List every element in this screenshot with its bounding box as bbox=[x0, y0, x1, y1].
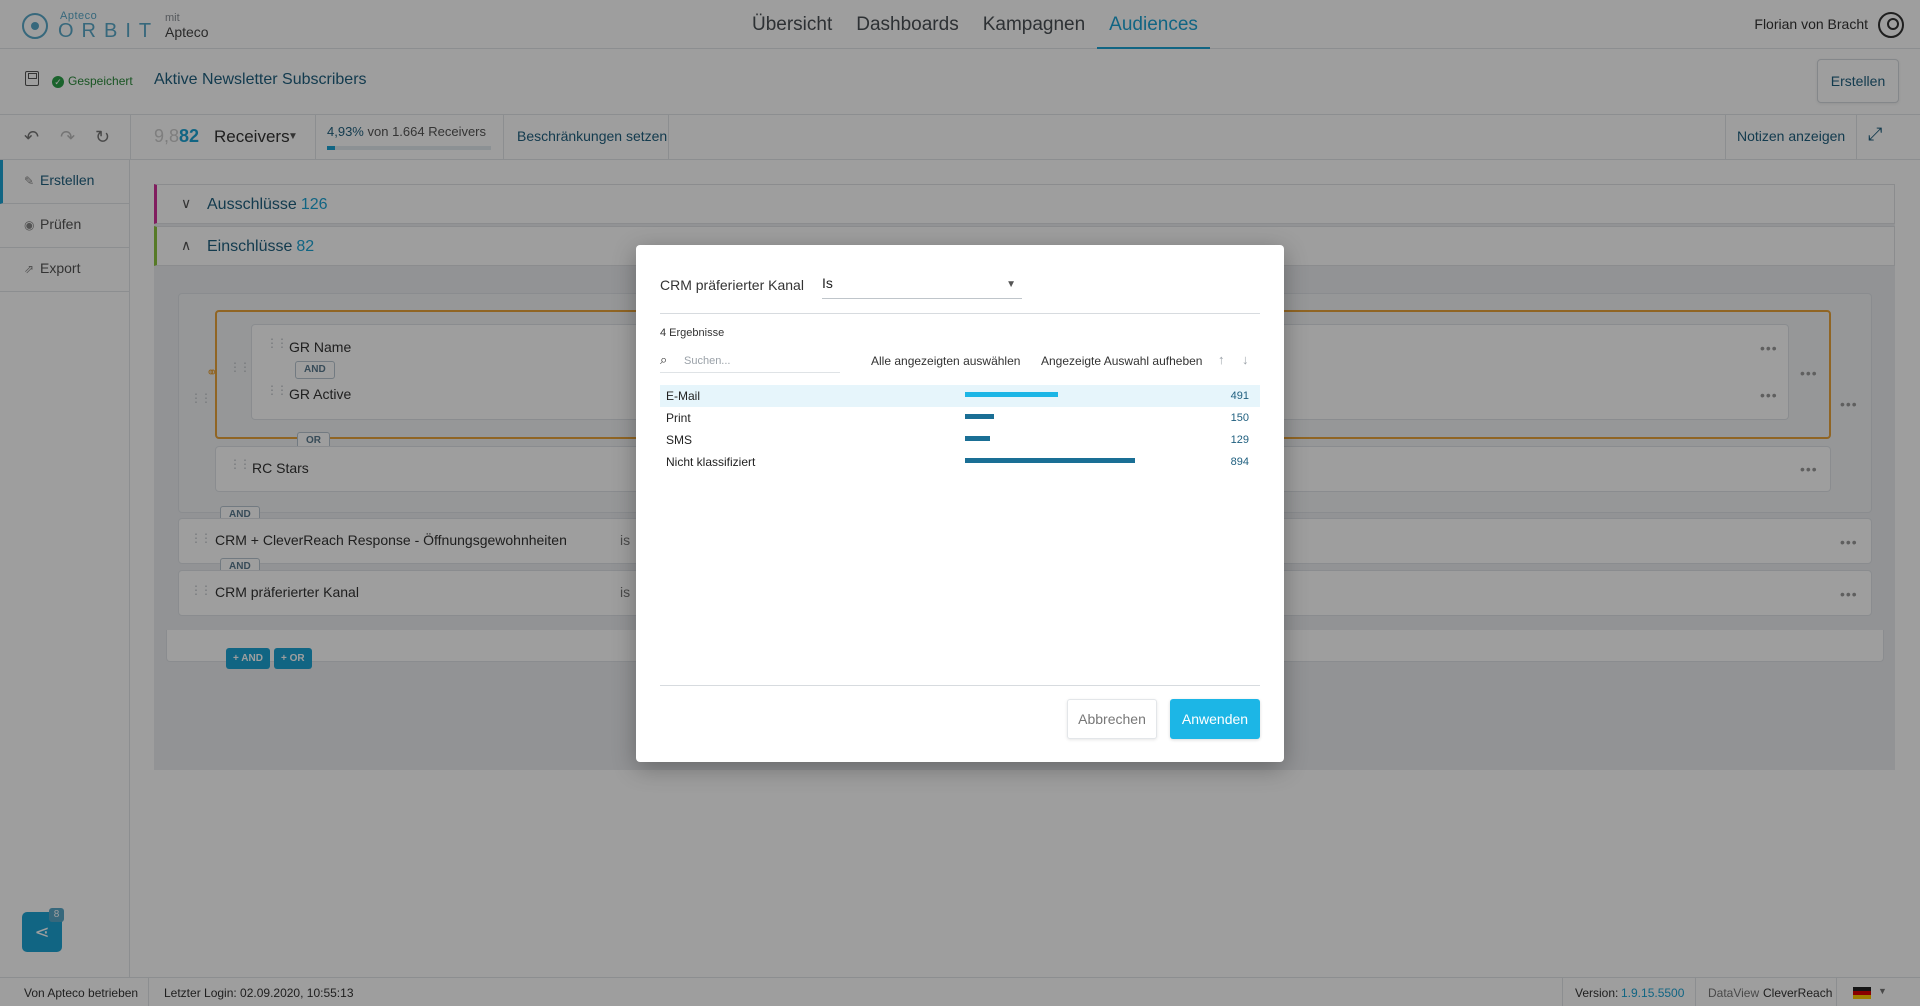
list-item-label: Nicht klassifiziert bbox=[666, 455, 756, 469]
list-item[interactable]: Nicht klassifiziert 894 bbox=[660, 451, 1260, 473]
sort-ascending-icon[interactable]: ↑ bbox=[1218, 352, 1225, 367]
list-item-label: E-Mail bbox=[666, 389, 701, 403]
list-item-bar bbox=[965, 436, 990, 441]
list-item[interactable]: SMS 129 bbox=[660, 429, 1260, 451]
values-list: E-Mail 491 Print 150 SMS 129 Nicht klass… bbox=[660, 385, 1260, 473]
selector-dialog: CRM präferierter Kanal Is ▼ 4 Ergebnisse… bbox=[636, 245, 1284, 762]
list-item-bar bbox=[965, 458, 1135, 463]
list-item-label: SMS bbox=[666, 433, 693, 447]
deselect-all-link[interactable]: Angezeigte Auswahl aufheben bbox=[1041, 354, 1202, 368]
list-item[interactable]: E-Mail 491 bbox=[660, 385, 1260, 407]
search-input[interactable] bbox=[684, 352, 834, 370]
sort-descending-icon[interactable]: ↓ bbox=[1242, 352, 1249, 367]
cancel-button[interactable]: Abbrechen bbox=[1067, 699, 1157, 739]
list-item-count: 894 bbox=[1230, 456, 1249, 468]
list-item-bar bbox=[965, 392, 1058, 397]
results-count: 4 Ergebnisse bbox=[660, 327, 725, 339]
dialog-divider bbox=[660, 685, 1260, 686]
list-item-label: Print bbox=[666, 411, 691, 425]
list-item-count: 129 bbox=[1230, 434, 1249, 446]
operator-select[interactable]: Is ▼ bbox=[822, 269, 1022, 299]
caret-down-icon: ▼ bbox=[1006, 279, 1016, 290]
list-item-count: 491 bbox=[1230, 390, 1249, 402]
list-item-count: 150 bbox=[1230, 412, 1249, 424]
select-all-link[interactable]: Alle angezeigten auswählen bbox=[871, 354, 1020, 368]
dialog-field-label: CRM präferierter Kanal bbox=[660, 277, 804, 293]
search-field: ⌕ bbox=[660, 351, 840, 373]
operator-value: Is bbox=[822, 275, 833, 291]
apply-button[interactable]: Anwenden bbox=[1170, 699, 1260, 739]
list-item-bar bbox=[965, 414, 994, 419]
search-icon: ⌕ bbox=[660, 352, 668, 367]
dialog-divider bbox=[660, 313, 1260, 314]
list-item[interactable]: Print 150 bbox=[660, 407, 1260, 429]
